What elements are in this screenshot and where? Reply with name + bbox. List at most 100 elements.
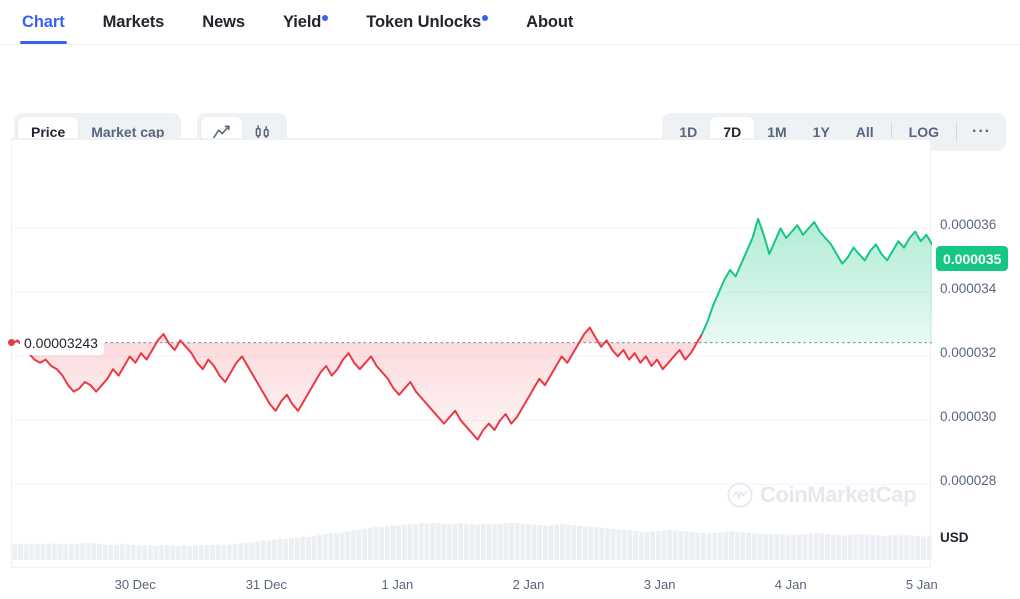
volume-bar [926,536,932,560]
volume-bar [289,538,294,560]
volume-bar [85,542,91,560]
volume-bar [853,534,859,560]
volume-bar [424,523,430,560]
volume-bar [260,540,266,560]
volume-bar [23,544,29,560]
volume-bar [751,533,757,560]
reference-price-tag: 0.00003243 [20,331,104,355]
y-axis-tick-label: 0.000034 [940,281,997,297]
coin-detail-tabbar: Chart Markets News Yield Token Unlocks About [0,0,1020,45]
y-axis-tick-label: 0.000036 [940,217,997,233]
volume-bar [345,531,351,560]
volume-bar [605,528,610,560]
volume-bar [582,526,588,560]
price-chart-svg [12,217,932,560]
volume-bar [537,525,543,560]
volume-bar [791,535,797,560]
tab-yield[interactable]: Yield [283,0,329,44]
volume-bar [836,535,842,560]
volume-bar [734,531,740,560]
volume-bar [136,545,142,560]
volume-bar [430,522,435,560]
volume-bar [170,545,176,560]
volume-bar [74,544,80,560]
volume-bar [266,540,272,560]
chart-toolbar: Price Market cap 1D 7D 1M 1Y All LOG ··· [0,45,1020,151]
volume-bar [740,532,746,560]
tab-markets[interactable]: Markets [103,0,165,44]
volume-bar [441,523,447,560]
volume-bar [813,532,819,560]
volume-bar [847,535,853,560]
volume-bar [97,543,102,560]
volume-bar [492,524,497,560]
volume-bar [480,524,486,560]
volume-bar [373,526,379,560]
tab-label: Chart [22,12,65,31]
volume-bar [859,534,864,560]
volume-bar [413,524,418,560]
volume-bar [305,537,311,560]
volume-bar [796,534,802,560]
volume-bar [763,534,768,560]
volume-bar [898,534,904,560]
volume-bar [768,534,774,560]
tab-news[interactable]: News [202,0,245,44]
volume-bar [40,544,46,560]
volume-bar [119,543,125,560]
tab-label: Markets [102,12,165,31]
volume-bar [526,524,531,560]
volume-bar [638,531,644,560]
volume-bar [672,530,678,560]
tab-about[interactable]: About [526,0,573,44]
volume-bar [204,545,210,560]
volume-bar [407,523,413,560]
volume-bar [627,530,633,560]
volume-bar [243,542,249,560]
y-axis-tick-label: 0.000032 [940,345,997,361]
volume-bar [51,543,57,560]
volume-bar [509,522,514,560]
volume-bar [717,532,723,560]
volume-bar [368,527,373,560]
volume-bar [18,543,23,560]
price-chart-page: Chart Markets News Yield Token Unlocks About … [0,0,1020,599]
volume-bar [311,536,317,560]
volume-bar [887,535,893,560]
volume-bar [108,544,114,560]
volume-bar [520,523,526,560]
volume-bar [277,538,283,560]
volume-bar [159,545,164,560]
volume-bar [486,523,492,560]
volume-bar [80,543,85,560]
price-chart-container[interactable]: CoinMarketCap 0.00003243 [8,138,932,568]
volume-bar [881,536,887,560]
volume-bar [497,523,503,560]
volume-bar [661,530,667,560]
line-chart-icon [213,125,230,139]
x-axis-tick-label: 30 Dec [114,577,156,592]
volume-bar [565,524,571,560]
tab-chart[interactable]: Chart [20,0,67,44]
volume-bar [904,535,909,560]
volume-bar [729,531,734,560]
volume-bar [689,531,695,560]
volume-bar [915,536,921,560]
tab-token-unlocks[interactable]: Token Unlocks [366,0,489,44]
volume-bar [830,534,836,560]
x-axis-tick-label: 1 Jan [381,577,414,592]
volume-bar [842,535,847,560]
volume-bar [210,544,215,560]
volume-bar [684,531,689,560]
volume-bar [503,523,509,560]
volume-bar [322,534,328,560]
volume-bar [452,523,458,560]
volume-bar [876,535,881,560]
volume-bar [458,523,464,560]
reference-price-value: 0.00003243 [24,335,98,352]
volume-bar [418,523,424,560]
volume-bar [272,539,277,560]
volume-bar [757,534,763,560]
volume-bar [379,527,385,560]
volume-bar [892,535,898,560]
